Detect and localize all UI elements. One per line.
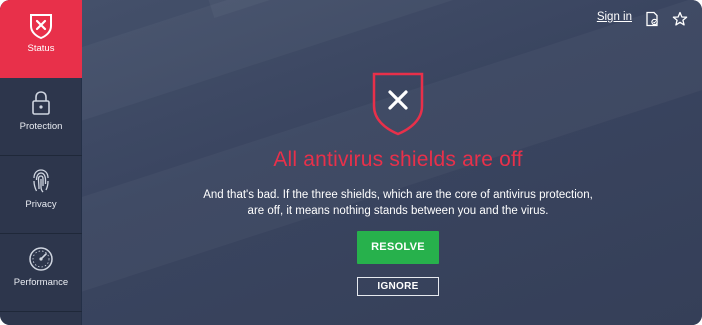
license-icon[interactable] xyxy=(644,11,660,27)
sign-in-link[interactable]: Sign in xyxy=(597,11,632,23)
sidebar-item-label: Performance xyxy=(13,277,69,288)
sidebar-item-protection[interactable]: Protection xyxy=(0,78,82,156)
sidebar-item-status[interactable]: Status xyxy=(0,0,82,78)
fingerprint-icon xyxy=(0,168,82,196)
sidebar-item-privacy[interactable]: Privacy xyxy=(0,156,82,234)
sidebar: Status Protection Privacy Performance xyxy=(0,0,82,325)
speedometer-icon xyxy=(0,246,82,274)
main-panel: Sign in All antivirus shields are off An… xyxy=(82,0,702,325)
status-description: And that's bad. If the three shields, wh… xyxy=(203,189,593,217)
sidebar-item-label: Status xyxy=(27,43,55,54)
sidebar-item-label: Protection xyxy=(19,121,63,132)
status-headline: All antivirus shields are off xyxy=(273,148,523,171)
star-icon[interactable] xyxy=(672,11,688,27)
sidebar-item-label: Privacy xyxy=(25,199,57,210)
resolve-button[interactable]: RESOLVE xyxy=(357,231,439,264)
shield-x-icon xyxy=(370,70,426,138)
app-window: Status Protection Privacy Performance Si… xyxy=(0,0,702,325)
sidebar-item-performance[interactable]: Performance xyxy=(0,234,82,312)
shield-x-icon xyxy=(0,12,82,40)
ignore-button[interactable]: IGNORE xyxy=(357,277,439,296)
lock-icon xyxy=(0,90,82,118)
